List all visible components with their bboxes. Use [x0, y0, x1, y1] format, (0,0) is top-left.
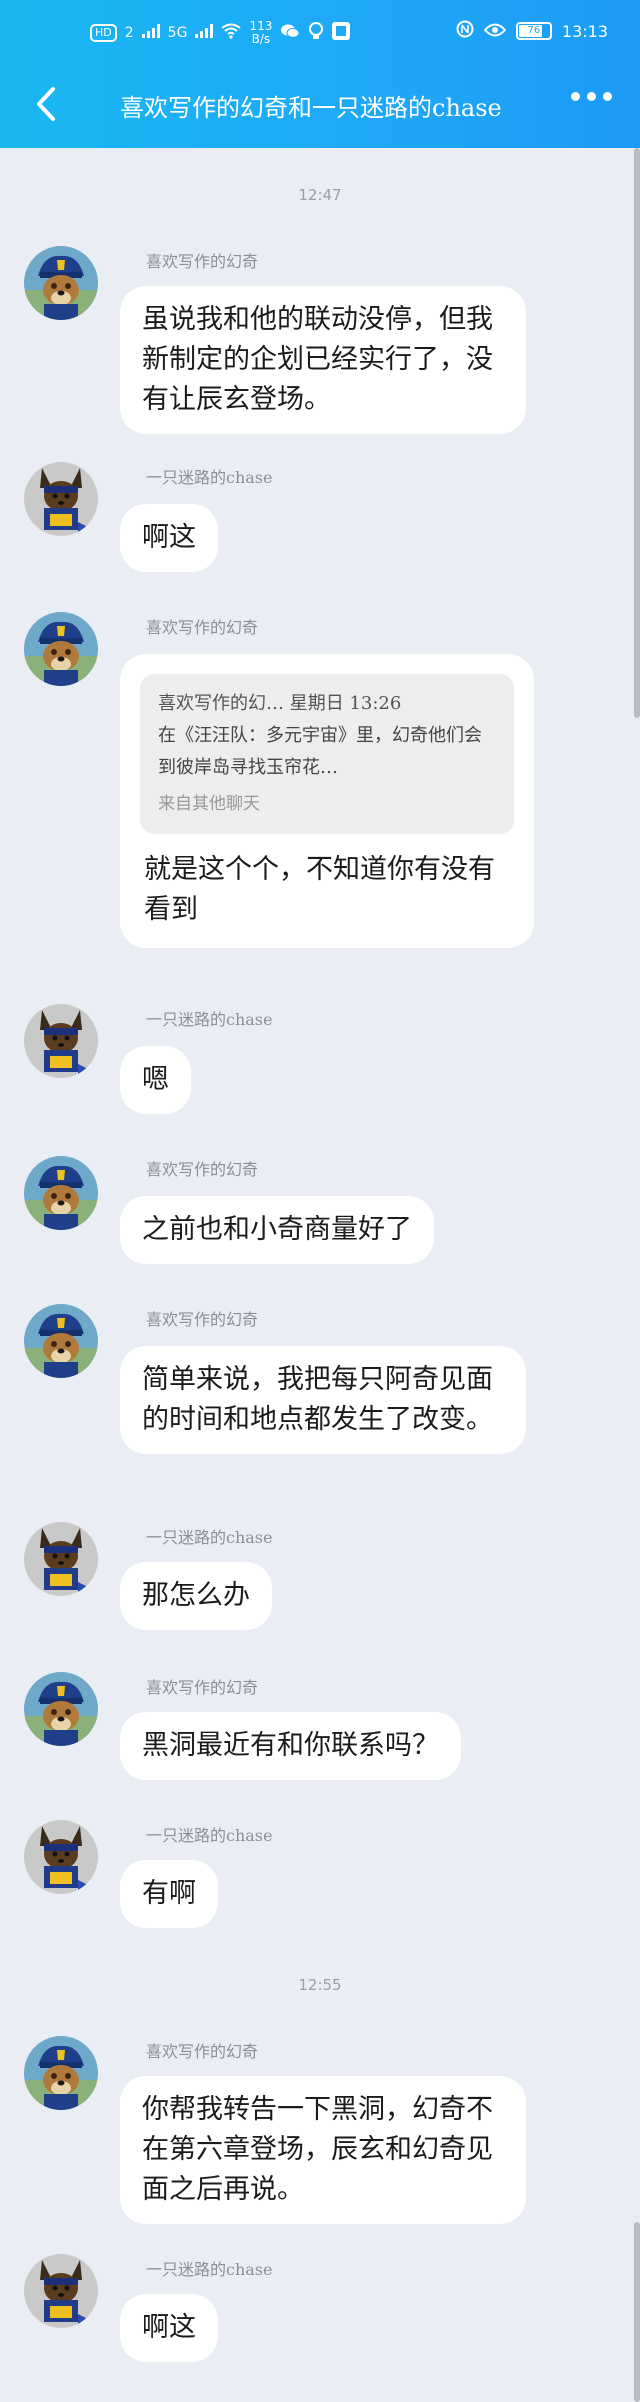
message-text: 就是这个个，不知道你有没有看到 [144, 854, 495, 925]
avatar[interactable] [24, 612, 98, 686]
sender-name: 一只迷路的chase [146, 2260, 273, 2279]
pup-avatar-icon [24, 246, 98, 320]
sender-name: 一只迷路的chase [146, 1528, 273, 1547]
network-type: 5G [167, 25, 188, 41]
message-bubble[interactable]: 嗯 [120, 1046, 191, 1114]
sender-name: 喜欢写作的幻奇 [146, 2042, 259, 2061]
pup-avatar-icon [24, 1004, 98, 1078]
wechat-icon [280, 23, 300, 43]
message-bubble[interactable]: 虽说我和他的联动没停，但我新制定的企划已经实行了，没有让辰玄登场。 [120, 286, 526, 434]
quote-body: 在《汪汪队：多元宇宙》里，幻奇他们会到彼岸岛寻找玉帘花… [158, 725, 482, 778]
pup-avatar-icon [24, 462, 98, 536]
pup-avatar-icon [24, 1156, 98, 1230]
message-bubble[interactable]: 喜欢写作的幻… 星期日 13:26 在《汪汪队：多元宇宙》里，幻奇他们会到彼岸岛… [120, 654, 534, 948]
net-speed: 113 B/s [249, 20, 272, 46]
status-time: 13:13 [561, 21, 608, 41]
avatar[interactable] [24, 1304, 98, 1378]
message-bubble[interactable]: 有啊 [120, 1860, 218, 1928]
avatar[interactable] [24, 246, 98, 320]
avatar[interactable] [24, 1156, 98, 1230]
sender-name: 一只迷路的chase [146, 1826, 273, 1845]
dot-icon [587, 92, 596, 101]
avatar[interactable] [24, 2036, 98, 2110]
chat-title: 喜欢写作的幻奇和一只迷路的chase [120, 94, 502, 122]
status-bar: HD 2 5G 113 B/s 76 13:13 [0, 0, 640, 66]
avatar[interactable] [24, 2254, 98, 2328]
title-row: 喜欢写作的幻奇和一只迷路的chase [0, 66, 640, 148]
status-right: 76 13:13 [456, 20, 608, 42]
scrollbar-thumb[interactable] [634, 2222, 640, 2402]
quote-header: 喜欢写作的幻… 星期日 13:26 [158, 693, 402, 714]
pup-avatar-icon [24, 2254, 98, 2328]
time-stamp: 12:55 [298, 1976, 342, 1994]
message-bubble[interactable]: 黑洞最近有和你联系吗？ [120, 1712, 461, 1780]
message-bubble[interactable]: 你帮我转告一下黑洞，幻奇不在第六章登场，辰玄和幻奇见面之后再说。 [120, 2076, 526, 2224]
dot-icon [571, 92, 580, 101]
net-speed-unit: B/s [251, 32, 271, 46]
message-bubble[interactable]: 啊这 [120, 2294, 218, 2362]
avatar[interactable] [24, 1672, 98, 1746]
pup-avatar-icon [24, 1820, 98, 1894]
chevron-left-icon [37, 87, 55, 121]
quoted-message[interactable]: 喜欢写作的幻… 星期日 13:26 在《汪汪队：多元宇宙》里，幻奇他们会到彼岸岛… [140, 674, 514, 834]
hd-badge: HD [90, 24, 117, 42]
pup-avatar-icon [24, 2036, 98, 2110]
message-bubble[interactable]: 之前也和小奇商量好了 [120, 1196, 434, 1264]
sender-name: 一只迷路的chase [146, 1010, 273, 1029]
pup-avatar-icon [24, 1672, 98, 1746]
top-bar: HD 2 5G 113 B/s 76 13:13 喜欢写作的幻奇和一只迷路的ch… [0, 0, 640, 148]
app-icon [332, 22, 351, 44]
pup-avatar-icon [24, 1522, 98, 1596]
more-button[interactable] [571, 92, 612, 101]
message-bubble[interactable]: 啊这 [120, 504, 218, 572]
sender-name: 喜欢写作的幻奇 [146, 618, 259, 637]
sender-name: 一只迷路的chase [146, 468, 273, 487]
nfc-icon [456, 20, 474, 42]
battery-level: 76 [527, 25, 541, 36]
message-bubble[interactable]: 那怎么办 [120, 1562, 272, 1630]
signal-icon [141, 24, 160, 42]
signal-icon-2 [195, 24, 214, 42]
eye-icon [483, 22, 507, 41]
sender-name: 喜欢写作的幻奇 [146, 1310, 259, 1329]
sender-name: 喜欢写作的幻奇 [146, 1678, 259, 1697]
quote-source: 来自其他聊天 [158, 794, 260, 814]
scrollbar-top[interactable] [634, 148, 640, 718]
dot-icon [603, 92, 612, 101]
wifi-icon [221, 23, 242, 43]
avatar[interactable] [24, 1004, 98, 1078]
sender-name: 喜欢写作的幻奇 [146, 252, 259, 271]
avatar[interactable] [24, 462, 98, 536]
sender-name: 喜欢写作的幻奇 [146, 1160, 259, 1179]
pup-avatar-icon [24, 612, 98, 686]
time-stamp: 12:47 [298, 186, 342, 204]
battery-icon: 76 [515, 22, 552, 40]
net-speed-value: 113 [249, 19, 273, 33]
message-bubble[interactable]: 简单来说，我把每只阿奇见面的时间和地点都发生了改变。 [120, 1346, 526, 1454]
avatar[interactable] [24, 1820, 98, 1894]
pup-avatar-icon [24, 1304, 98, 1378]
back-button[interactable] [26, 84, 66, 124]
bulb-icon [308, 22, 324, 44]
status-left: HD 2 5G 113 B/s [90, 20, 351, 46]
sim-label: 2 [124, 25, 134, 41]
avatar[interactable] [24, 1522, 98, 1596]
